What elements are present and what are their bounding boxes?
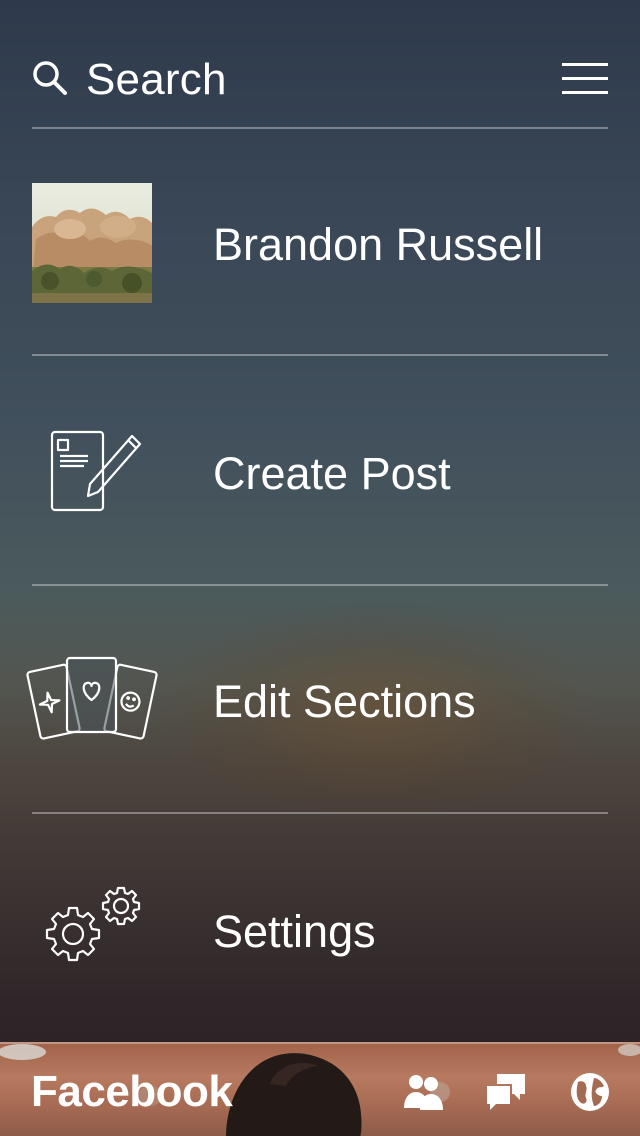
menu-item-create-post[interactable]: Create Post (0, 358, 640, 584)
search-icon (33, 61, 67, 95)
create-post-label: Create Post (213, 448, 451, 499)
profile-photo (32, 183, 152, 303)
profile-name: Brandon Russell (213, 219, 544, 270)
divider (32, 354, 608, 356)
compose-post-icon (50, 430, 142, 512)
menu-item-settings[interactable]: Settings (0, 814, 640, 1040)
hamburger-menu-icon[interactable] (562, 62, 608, 96)
divider (32, 127, 608, 129)
edit-sections-label: Edit Sections (213, 676, 476, 727)
menu-item-profile[interactable]: Brandon Russell (0, 130, 640, 356)
settings-label: Settings (213, 906, 376, 957)
menu-item-edit-sections[interactable]: Edit Sections (0, 586, 640, 812)
gears-icon (45, 886, 141, 962)
sections-cards-icon (26, 656, 158, 740)
friend-requests-icon[interactable] (402, 1070, 446, 1114)
avatar (32, 183, 152, 303)
search-bar[interactable]: Search (32, 48, 608, 112)
messages-icon[interactable] (484, 1070, 528, 1114)
bottom-bar: Facebook (0, 1042, 640, 1136)
search-label: Search (86, 55, 227, 104)
facebook-brand: Facebook (31, 1067, 233, 1116)
notifications-globe-icon[interactable] (568, 1070, 612, 1114)
